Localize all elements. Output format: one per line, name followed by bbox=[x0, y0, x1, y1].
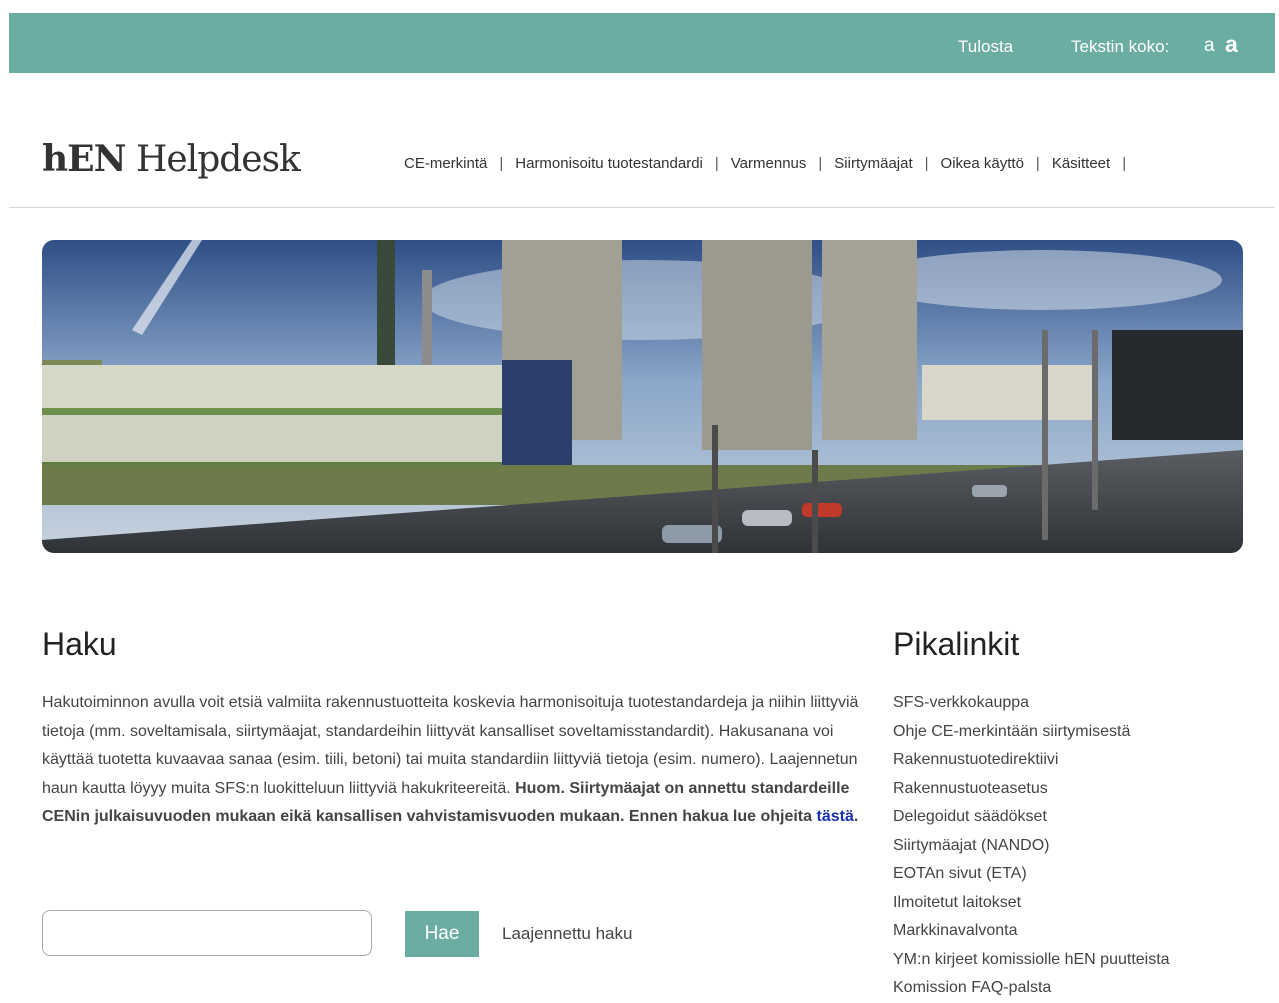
site-logo[interactable]: hEN Helpdesk bbox=[42, 138, 301, 180]
text-size-large-button[interactable]: a bbox=[1225, 31, 1238, 58]
nav-item-verification[interactable]: Varmennus bbox=[731, 155, 807, 172]
nav-separator: | bbox=[1122, 155, 1127, 172]
search-input[interactable] bbox=[42, 910, 372, 956]
quicklink-item[interactable]: Siirtymäajat (NANDO) bbox=[893, 832, 1170, 861]
quicklink-item[interactable]: Komission FAQ-palsta bbox=[893, 974, 1170, 1003]
nav-separator: | bbox=[924, 155, 929, 172]
logo-bold: hEN bbox=[42, 138, 127, 180]
top-toolbar: Tulosta Tekstin koko: a a bbox=[9, 13, 1275, 73]
instructions-link[interactable]: tästä bbox=[816, 808, 853, 825]
nav-separator: | bbox=[1035, 155, 1040, 172]
logo-rest: Helpdesk bbox=[125, 139, 301, 180]
nav-item-correct-use[interactable]: Oikea käyttö bbox=[941, 155, 1024, 172]
search-heading: Haku bbox=[42, 626, 117, 662]
advanced-search-link[interactable]: Laajennettu haku bbox=[502, 924, 632, 944]
nav-separator: | bbox=[818, 155, 823, 172]
quicklink-item[interactable]: Ohje CE-merkintään siirtymisestä bbox=[893, 718, 1170, 747]
construction-site-photo bbox=[42, 240, 1243, 553]
nav-item-harmonised-standard[interactable]: Harmonisoitu tuotestandardi bbox=[515, 155, 703, 172]
quicklink-item[interactable]: Ilmoitetut laitokset bbox=[893, 889, 1170, 918]
nav-item-concepts[interactable]: Käsitteet bbox=[1052, 155, 1110, 172]
search-button[interactable]: Hae bbox=[405, 911, 479, 957]
quicklink-item[interactable]: Rakennustuoteasetus bbox=[893, 775, 1170, 804]
nav-separator: | bbox=[499, 155, 504, 172]
quicklink-item[interactable]: Markkinavalvonta bbox=[893, 917, 1170, 946]
nav-item-ce-marking[interactable]: CE-merkintä bbox=[404, 155, 487, 172]
print-link[interactable]: Tulosta bbox=[958, 37, 1013, 57]
nav-separator: | bbox=[714, 155, 719, 172]
main-nav: CE-merkintä | Harmonisoitu tuotestandardi |… bbox=[404, 155, 1138, 172]
banner-image bbox=[42, 240, 1243, 553]
quicklinks-heading: Pikalinkit bbox=[893, 626, 1020, 662]
quicklink-item[interactable]: EOTAn sivut (ETA) bbox=[893, 860, 1170, 889]
search-intro: Hakutoiminnon avulla voit etsiä valmiita… bbox=[42, 689, 862, 832]
search-intro-end: . bbox=[853, 808, 859, 825]
text-size-small-button[interactable]: a bbox=[1204, 35, 1215, 57]
nav-item-transition-periods[interactable]: Siirtymäajat bbox=[834, 155, 912, 172]
quicklink-item[interactable]: Rakennustuotedirektiivi bbox=[893, 746, 1170, 775]
quicklink-item[interactable]: SFS-verkkokauppa bbox=[893, 689, 1170, 718]
text-size-label: Tekstin koko: bbox=[1071, 37, 1170, 56]
quicklinks-list: SFS-verkkokauppa Ohje CE-merkintään siir… bbox=[893, 689, 1170, 1003]
quicklink-item[interactable]: Delegoidut säädökset bbox=[893, 803, 1170, 832]
header-divider bbox=[9, 207, 1275, 208]
quicklink-item[interactable]: YM:n kirjeet komissiolle hEN puutteista bbox=[893, 946, 1170, 975]
